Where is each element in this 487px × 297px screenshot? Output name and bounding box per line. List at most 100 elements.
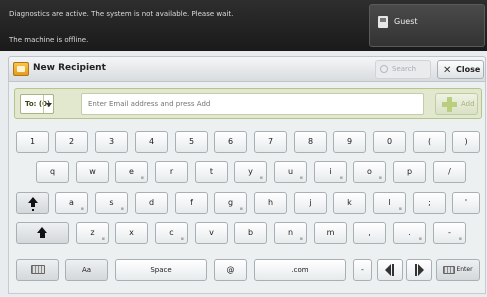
page-title: New Recipient: [33, 63, 106, 73]
key-w[interactable]: w: [76, 161, 109, 183]
key-e[interactable]: e ▪: [115, 161, 148, 183]
backspace-label: -: [361, 265, 364, 274]
key-label: 4: [148, 137, 155, 146]
cursor-bar: [415, 263, 417, 276]
cursor-right-button[interactable]: [406, 259, 432, 281]
key-slash[interactable]: /: [433, 161, 466, 183]
enter-key-label: Enter: [456, 266, 473, 273]
key-period[interactable]: . ▪: [393, 222, 426, 244]
user-card-icon: [378, 16, 388, 28]
key-9[interactable]: 9: [333, 131, 366, 153]
key-c[interactable]: c ▪: [155, 222, 188, 244]
key-label: .: [408, 228, 411, 237]
key-close-paren[interactable]: ): [452, 131, 480, 153]
key-x[interactable]: x: [115, 222, 148, 244]
key-label: 9: [346, 137, 353, 146]
status-message-offline: The machine is offline.: [9, 36, 89, 44]
key-g[interactable]: g ▪: [214, 192, 247, 214]
key-label: p: [406, 167, 413, 176]
key-label: @: [226, 265, 235, 274]
case-toggle-button[interactable]: Aa: [65, 259, 108, 281]
key-u[interactable]: u ▪: [274, 161, 307, 183]
key-m[interactable]: m: [314, 222, 347, 244]
key-semicolon[interactable]: ;: [413, 192, 446, 214]
user-panel[interactable]: Guest: [369, 4, 485, 47]
search-button[interactable]: Search: [375, 60, 431, 79]
key-label: b: [247, 228, 254, 237]
close-icon: ✕: [443, 65, 452, 76]
key-apostrophe[interactable]: ': [452, 192, 480, 214]
cursor-left-button[interactable]: [377, 259, 403, 281]
key-j[interactable]: j: [294, 192, 327, 214]
key-label: 7: [267, 137, 274, 146]
key-hyphen[interactable]: - ▪: [433, 222, 466, 244]
key-8[interactable]: 8: [294, 131, 327, 153]
key-d[interactable]: d: [135, 192, 168, 214]
key-0[interactable]: 0: [373, 131, 406, 153]
key-p[interactable]: p: [393, 161, 426, 183]
key-1[interactable]: 1: [16, 131, 49, 153]
key-label: w: [89, 167, 96, 176]
key-h[interactable]: h: [254, 192, 287, 214]
key-s[interactable]: s ▪: [95, 192, 128, 214]
key-label: -: [448, 228, 451, 237]
accent-indicator: ▪: [101, 236, 105, 242]
key-f[interactable]: f: [175, 192, 208, 214]
key-k[interactable]: k: [333, 192, 366, 214]
key-o[interactable]: o ▪: [353, 161, 386, 183]
key-label: (: [427, 137, 432, 146]
key-z[interactable]: z ▪: [76, 222, 109, 244]
accent-indicator: ▪: [259, 175, 263, 181]
key-dot-com[interactable]: .com: [254, 259, 346, 281]
to-dropdown[interactable]: To: (0): [20, 94, 54, 114]
key-2[interactable]: 2: [55, 131, 88, 153]
key-label: d: [148, 198, 155, 207]
shift-key[interactable]: [16, 222, 69, 244]
key-label: 6: [227, 137, 234, 146]
key-b[interactable]: b: [234, 222, 267, 244]
key-3[interactable]: 3: [95, 131, 128, 153]
key-a[interactable]: a ▪: [55, 192, 88, 214]
key-label: x: [129, 228, 134, 237]
address-input-row: To: (0) Add: [14, 88, 482, 119]
key-label: q: [49, 167, 56, 176]
backspace-key[interactable]: -: [353, 259, 372, 281]
shift-icon: [37, 227, 48, 238]
email-address-input[interactable]: [81, 93, 424, 115]
key-at[interactable]: @: [214, 259, 247, 281]
key-r[interactable]: r: [155, 161, 188, 183]
case-toggle-label: Aa: [81, 266, 92, 274]
key-4[interactable]: 4: [135, 131, 168, 153]
key-5[interactable]: 5: [175, 131, 208, 153]
keyboard-layout-button[interactable]: [16, 259, 59, 281]
key-comma[interactable]: ,: [353, 222, 386, 244]
enter-key[interactable]: Enter: [436, 259, 480, 281]
key-l[interactable]: l ▪: [373, 192, 406, 214]
key-q[interactable]: q: [36, 161, 69, 183]
key-label: c: [169, 228, 174, 237]
key-6[interactable]: 6: [214, 131, 247, 153]
key-v[interactable]: v: [195, 222, 228, 244]
key-7[interactable]: 7: [254, 131, 287, 153]
key-label: i: [329, 167, 332, 176]
key-label: j: [309, 198, 312, 207]
key-label: y: [248, 167, 253, 176]
space-key[interactable]: Space: [115, 259, 207, 281]
key-label: z: [90, 228, 95, 237]
key-t[interactable]: t: [195, 161, 228, 183]
key-n[interactable]: n ▪: [274, 222, 307, 244]
close-button[interactable]: ✕ Close: [437, 60, 484, 79]
key-label: .com: [291, 266, 309, 274]
accent-indicator: ▪: [299, 175, 303, 181]
key-y[interactable]: y ▪: [234, 161, 267, 183]
key-open-paren[interactable]: (: [413, 131, 446, 153]
add-button[interactable]: Add: [435, 93, 478, 115]
key-label: f: [190, 198, 193, 207]
caps-lock-key[interactable]: [16, 192, 49, 214]
key-label: /: [448, 167, 451, 176]
keyboard-icon: [30, 265, 45, 274]
key-label: g: [227, 198, 234, 207]
key-i[interactable]: i ▪: [314, 161, 347, 183]
cursor-bar: [392, 263, 394, 276]
arrow-right-icon: [418, 263, 424, 276]
